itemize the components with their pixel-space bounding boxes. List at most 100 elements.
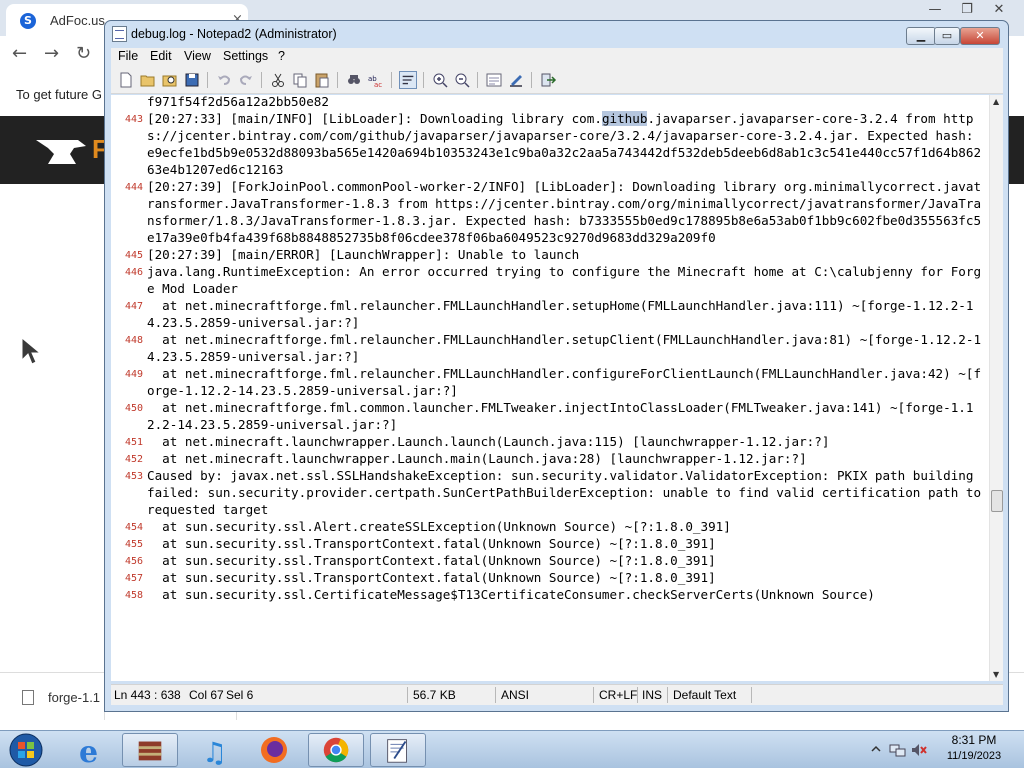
browser-minimize-icon[interactable]: — bbox=[924, 2, 946, 20]
menu-edit[interactable]: Edit bbox=[150, 49, 172, 63]
line-text: at net.minecraftforge.fml.relauncher.FML… bbox=[147, 366, 982, 398]
minimize-button[interactable]: ▁ bbox=[906, 27, 936, 45]
itunes-icon[interactable]: ♫ bbox=[184, 733, 240, 767]
redo-icon[interactable] bbox=[237, 71, 255, 89]
status-line-endings[interactable]: CR+LF bbox=[599, 688, 637, 702]
start-button-icon[interactable] bbox=[6, 732, 46, 768]
paste-icon[interactable] bbox=[313, 71, 331, 89]
line-number: 451 bbox=[124, 437, 143, 448]
word-wrap-icon[interactable] bbox=[399, 71, 417, 89]
chrome-icon[interactable] bbox=[308, 733, 364, 767]
cut-icon[interactable] bbox=[269, 71, 287, 89]
line-number: 455 bbox=[124, 539, 143, 550]
clock-date[interactable]: 11/19/2023 bbox=[934, 750, 1014, 762]
download-item[interactable]: forge-1.1 bbox=[22, 690, 100, 705]
notepad2-window: debug.log - Notepad2 (Administrator) ▁ ▭… bbox=[104, 20, 1009, 712]
editor-line: 454 at sun.security.ssl.Alert.createSSLE… bbox=[111, 518, 985, 535]
internet-explorer-icon[interactable]: e bbox=[62, 733, 118, 767]
mouse-cursor-icon bbox=[21, 336, 42, 365]
line-text: at net.minecraftforge.fml.common.launche… bbox=[147, 400, 974, 432]
firefox-icon[interactable] bbox=[246, 733, 302, 767]
editor-line: 443 [20:27:33] [main/INFO] [LibLoader]: D… bbox=[111, 110, 985, 178]
line-text: Caused by: javax.net.ssl.SSLHandshakeExc… bbox=[147, 468, 989, 517]
open-folder-icon[interactable] bbox=[139, 71, 157, 89]
reload-icon[interactable]: ↻ bbox=[76, 43, 91, 64]
browser-close-icon[interactable]: ✕ bbox=[988, 2, 1010, 20]
scroll-down-icon[interactable]: ▼ bbox=[993, 670, 999, 679]
network-icon[interactable] bbox=[888, 741, 906, 759]
line-text: at sun.security.ssl.TransportContext.fat… bbox=[147, 536, 716, 551]
line-text: [20:27:39] [ForkJoinPool.commonPool-work… bbox=[147, 179, 982, 245]
forward-arrow-icon[interactable]: → bbox=[44, 43, 59, 64]
line-text: at net.minecraft.launchwrapper.Launch.la… bbox=[147, 434, 830, 449]
menu-file[interactable]: File bbox=[118, 49, 138, 63]
status-selection: Sel 6 bbox=[226, 688, 254, 702]
scheme-icon[interactable] bbox=[485, 71, 503, 89]
toolbar-separator bbox=[337, 72, 338, 88]
browser-info-text: To get future G bbox=[16, 87, 102, 102]
replace-icon[interactable]: abac bbox=[367, 71, 385, 89]
menu-view[interactable]: View bbox=[184, 49, 211, 63]
status-scheme[interactable]: Default Text bbox=[673, 688, 736, 702]
toolbar-separator bbox=[391, 72, 392, 88]
text-editor[interactable]: f971f54f2d56a12a2bb50e82 443 [20:27:33] [m… bbox=[111, 95, 1003, 681]
editor-line: 453 Caused by: javax.net.ssl.SSLHandshake… bbox=[111, 467, 985, 518]
find-file-icon[interactable] bbox=[161, 71, 179, 89]
find-icon[interactable] bbox=[345, 71, 363, 89]
status-file-size: 56.7 KB bbox=[413, 688, 456, 702]
zoom-in-icon[interactable] bbox=[431, 71, 449, 89]
line-text: java.lang.RuntimeException: An error occ… bbox=[147, 264, 982, 296]
line-number: 456 bbox=[124, 556, 143, 567]
status-divider bbox=[751, 687, 752, 703]
taskbar: e ♫ bbox=[0, 730, 1024, 768]
maximize-button[interactable]: ▭ bbox=[934, 27, 960, 45]
download-filename: forge-1.1 bbox=[48, 690, 101, 705]
line-number: 454 bbox=[124, 522, 143, 533]
notepad2-taskbar-icon[interactable] bbox=[370, 733, 426, 767]
exit-icon[interactable] bbox=[539, 71, 557, 89]
status-divider bbox=[637, 687, 638, 703]
line-number: 458 bbox=[124, 590, 143, 601]
line-text: [20:27:39] [main/ERROR] [LaunchWrapper]:… bbox=[147, 247, 580, 262]
line-text: f971f54f2d56a12a2bb50e82 bbox=[147, 95, 329, 109]
vertical-scrollbar[interactable]: ▲ ▼ bbox=[989, 95, 1003, 681]
toolbar-separator bbox=[423, 72, 424, 88]
toolbar-separator bbox=[261, 72, 262, 88]
status-insert-mode[interactable]: INS bbox=[642, 688, 662, 702]
line-number: 448 bbox=[124, 335, 143, 346]
window-title: debug.log - Notepad2 (Administrator) bbox=[131, 27, 337, 41]
line-text: at sun.security.ssl.CertificateMessage$T… bbox=[147, 587, 875, 602]
back-arrow-icon[interactable]: ← bbox=[12, 43, 27, 64]
menu-bar: File Edit View Settings ? bbox=[111, 48, 1003, 67]
customize-scheme-icon[interactable] bbox=[507, 71, 525, 89]
status-column: Col 67 bbox=[189, 688, 224, 702]
menu-settings[interactable]: Settings bbox=[223, 49, 268, 63]
archive-app-icon[interactable] bbox=[122, 733, 178, 767]
status-encoding[interactable]: ANSI bbox=[501, 688, 529, 702]
browser-restore-icon[interactable]: ❐ bbox=[956, 2, 978, 20]
scrollbar-thumb[interactable] bbox=[991, 490, 1003, 512]
scroll-up-icon[interactable]: ▲ bbox=[993, 97, 999, 106]
new-file-icon[interactable] bbox=[117, 71, 135, 89]
editor-line: 451 at net.minecraft.launchwrapper.Launc… bbox=[111, 433, 985, 450]
close-button[interactable]: ✕ bbox=[960, 27, 1000, 45]
editor-line: f971f54f2d56a12a2bb50e82 bbox=[111, 95, 985, 110]
volume-muted-icon[interactable] bbox=[910, 741, 928, 759]
undo-icon[interactable] bbox=[215, 71, 233, 89]
editor-line: 456 at sun.security.ssl.TransportContext… bbox=[111, 552, 985, 569]
show-hidden-icons[interactable] bbox=[870, 743, 882, 755]
editor-line: 455 at sun.security.ssl.TransportContext… bbox=[111, 535, 985, 552]
line-number: 457 bbox=[124, 573, 143, 584]
svg-text:♫: ♫ bbox=[202, 736, 227, 767]
clock-time[interactable]: 8:31 PM bbox=[934, 733, 1014, 747]
status-divider bbox=[407, 687, 408, 703]
notepad-app-icon bbox=[112, 26, 127, 42]
line-number: 447 bbox=[124, 301, 143, 312]
copy-icon[interactable] bbox=[291, 71, 309, 89]
line-text: at net.minecraftforge.fml.relauncher.FML… bbox=[147, 332, 982, 364]
zoom-out-icon[interactable] bbox=[453, 71, 471, 89]
selected-text: github bbox=[601, 111, 648, 126]
line-number: 445 bbox=[124, 250, 143, 261]
save-icon[interactable] bbox=[183, 71, 201, 89]
menu-help[interactable]: ? bbox=[278, 49, 285, 63]
